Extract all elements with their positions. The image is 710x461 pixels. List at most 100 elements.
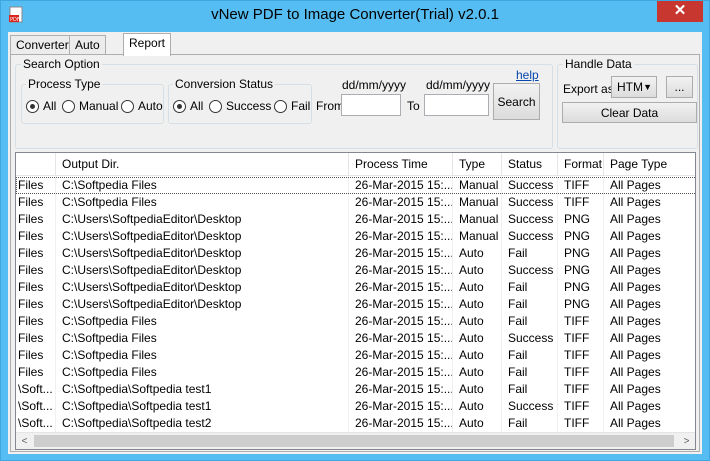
cell-blank: \Soft... xyxy=(16,415,56,432)
radio-indicator xyxy=(121,99,134,113)
status-fail-radio[interactable]: Fail xyxy=(274,99,310,113)
help-link[interactable]: help xyxy=(516,68,539,82)
table-row[interactable]: Files C:\Users\SoftpediaEditor\Desktop 26-… xyxy=(16,211,695,228)
search-button[interactable]: Search xyxy=(493,83,540,120)
cell-status: Success xyxy=(506,398,558,415)
focus-rectangle xyxy=(16,177,695,194)
cell-process-time: 26-Mar-2015 15:... xyxy=(355,211,453,228)
table-row[interactable]: Files C:\Softpedia Files 26-Mar-2015 15:..… xyxy=(16,177,695,194)
cell-page-type: All Pages xyxy=(608,296,695,313)
cell-output-dir: C:\Softpedia\Softpedia test2 xyxy=(60,415,349,432)
conversion-status-group: Conversion Status All Success Fail xyxy=(168,77,312,124)
cell-status: Fail xyxy=(506,381,558,398)
radio-label: Fail xyxy=(291,99,311,113)
cell-process-time: 26-Mar-2015 15:... xyxy=(355,398,453,415)
cell-page-type: All Pages xyxy=(608,398,695,415)
table-row[interactable]: \Soft... C:\Softpedia\Softpedia test1 26-M… xyxy=(16,398,695,415)
cell-format: TIFF xyxy=(562,398,604,415)
process-type-label: Process Type xyxy=(26,77,103,91)
cell-output-dir: C:\Softpedia Files xyxy=(60,330,349,347)
tab-auto-job[interactable]: Auto Job xyxy=(69,35,106,70)
clear-data-button[interactable]: Clear Data xyxy=(562,102,697,123)
cell-process-time: 26-Mar-2015 15:... xyxy=(355,313,453,330)
cell-type: Manual xyxy=(457,194,502,211)
radio-label: Success xyxy=(226,99,272,113)
table-row[interactable]: Files C:\Softpedia Files 26-Mar-2015 15:..… xyxy=(16,364,695,381)
cell-page-type: All Pages xyxy=(608,347,695,364)
table-row[interactable]: Files C:\Softpedia Files 26-Mar-2015 15:..… xyxy=(16,313,695,330)
scroll-right-icon[interactable]: > xyxy=(678,433,695,449)
cell-format: TIFF xyxy=(562,381,604,398)
radio-label: Manual xyxy=(79,99,119,113)
scroll-left-icon[interactable]: < xyxy=(16,433,33,449)
cell-blank: \Soft... xyxy=(16,381,56,398)
cell-page-type: All Pages xyxy=(608,245,695,262)
cell-process-time: 26-Mar-2015 15:... xyxy=(355,415,453,432)
export-format-select[interactable]: HTM ▼ xyxy=(611,76,657,98)
cell-blank: Files xyxy=(16,279,56,296)
cell-status: Fail xyxy=(506,245,558,262)
cell-type: Auto xyxy=(457,415,502,432)
cell-status: Success xyxy=(506,330,558,347)
to-date-input[interactable] xyxy=(424,94,489,116)
table-row[interactable]: Files C:\Softpedia Files 26-Mar-2015 15:..… xyxy=(16,347,695,364)
cell-status: Success xyxy=(506,228,558,245)
cell-output-dir: C:\Users\SoftpediaEditor\Desktop xyxy=(60,296,349,313)
cell-blank: Files xyxy=(16,347,56,364)
process-type-all-radio[interactable]: All xyxy=(26,99,56,113)
column-header-type[interactable]: Type xyxy=(453,153,502,176)
cell-format: TIFF xyxy=(562,330,604,347)
cell-blank: Files xyxy=(16,194,56,211)
cell-format: PNG xyxy=(562,296,604,313)
table-row[interactable]: Files C:\Users\SoftpediaEditor\Desktop 26-… xyxy=(16,262,695,279)
cell-type: Auto xyxy=(457,279,502,296)
cell-process-time: 26-Mar-2015 15:... xyxy=(355,381,453,398)
cell-process-time: 26-Mar-2015 15:... xyxy=(355,347,453,364)
export-as-label: Export as xyxy=(563,82,614,96)
radio-label: All xyxy=(190,99,204,113)
column-header-blank[interactable] xyxy=(16,153,56,176)
report-grid[interactable]: Output Dir. Process Time Type Status Format P… xyxy=(15,152,696,450)
cell-status: Fail xyxy=(506,364,558,381)
column-header-status[interactable]: Status xyxy=(502,153,558,176)
status-all-radio[interactable]: All xyxy=(173,99,203,113)
close-button[interactable]: ✕ xyxy=(657,1,703,22)
tab-report[interactable]: Report xyxy=(123,33,172,56)
horizontal-scrollbar[interactable]: < > xyxy=(16,432,695,449)
column-header-format[interactable]: Format xyxy=(558,153,604,176)
cell-output-dir: C:\Users\SoftpediaEditor\Desktop xyxy=(60,245,349,262)
to-date-format: dd/mm/yyyy xyxy=(426,78,491,92)
column-header-page-type[interactable]: Page Type xyxy=(604,153,695,176)
cell-page-type: All Pages xyxy=(608,279,695,296)
table-row[interactable]: Files C:\Users\SoftpediaEditor\Desktop 26-… xyxy=(16,245,695,262)
handle-data-label: Handle Data xyxy=(563,57,634,71)
table-row[interactable]: \Soft...C:\Softpedia\Softpedia test2 26-M… xyxy=(16,415,695,432)
to-label: To xyxy=(407,99,420,113)
table-row[interactable]: Files C:\Users\SoftpediaEditor\Desktop 26-… xyxy=(16,228,695,245)
client-area: Converter Auto Job Report Search Option … xyxy=(8,32,702,454)
process-type-manual-radio[interactable]: Manual xyxy=(62,99,118,113)
scroll-thumb[interactable] xyxy=(34,435,674,447)
column-header-output-dir[interactable]: Output Dir. xyxy=(56,153,349,176)
table-row[interactable]: \Soft... C:\Softpedia\Softpedia test1 26-M… xyxy=(16,381,695,398)
process-type-auto-radio[interactable]: Auto xyxy=(121,99,163,113)
table-row[interactable]: Files C:\Softpedia Files 26-Mar-2015 15:..… xyxy=(16,194,695,211)
from-date-input[interactable] xyxy=(341,94,401,116)
conversion-status-label: Conversion Status xyxy=(173,77,276,91)
tab-converter[interactable]: Converter xyxy=(10,35,75,55)
process-type-group: Process Type All Manual Auto xyxy=(21,77,164,124)
browse-button[interactable]: ... xyxy=(666,76,693,98)
cell-blank: Files xyxy=(16,364,56,381)
cell-page-type: All Pages xyxy=(608,364,695,381)
cell-page-type: All Pages xyxy=(608,194,695,211)
table-row[interactable]: Files C:\Users\SoftpediaEditor\Desktop 26-… xyxy=(16,296,695,313)
report-panel: Search Option help Process Type All Manu… xyxy=(10,54,700,452)
title-bar: PDF vNew PDF to Image Converter(Trial) v… xyxy=(1,1,709,31)
handle-data-group: Handle Data Export as HTM ▼ ... Clear Da… xyxy=(557,57,698,149)
column-header-process-time[interactable]: Process Time xyxy=(349,153,453,176)
table-row[interactable]: Files C:\Softpedia Files 26-Mar-2015 15:..… xyxy=(16,330,695,347)
status-success-radio[interactable]: Success xyxy=(209,99,271,113)
cell-page-type: All Pages xyxy=(608,262,695,279)
table-row[interactable]: Files C:\Users\SoftpediaEditor\Desktop 26-… xyxy=(16,279,695,296)
cell-output-dir: C:\Softpedia Files xyxy=(60,347,349,364)
